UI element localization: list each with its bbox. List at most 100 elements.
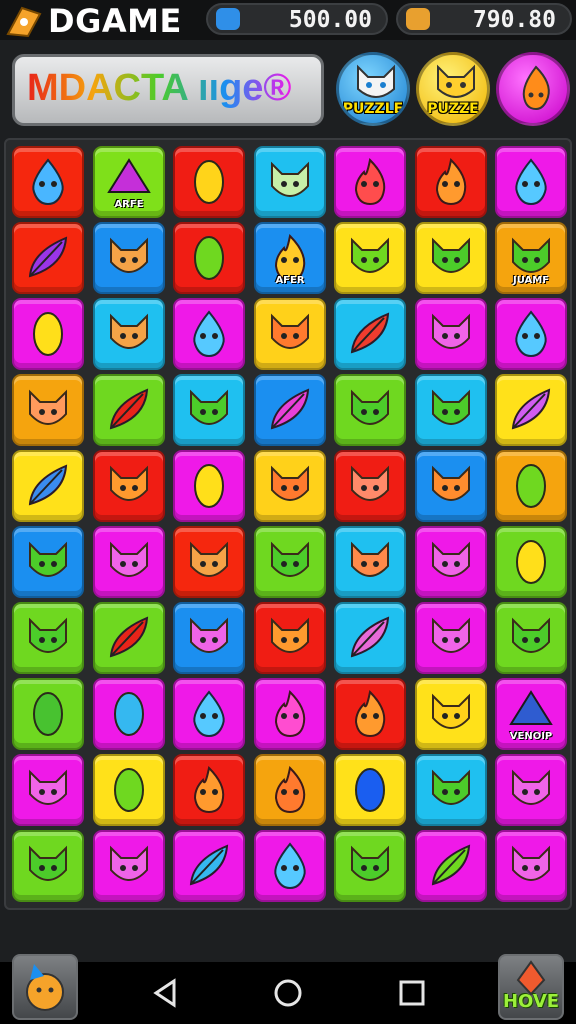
board-tile-r3-c5[interactable]	[334, 298, 406, 370]
board-tile-r9-c5[interactable]	[334, 754, 406, 826]
board-tile-r8-c3[interactable]	[173, 678, 245, 750]
board-tile-r9-c2[interactable]	[93, 754, 165, 826]
board-tile-r9-c6[interactable]	[415, 754, 487, 826]
board-tile-r8-c5[interactable]	[334, 678, 406, 750]
cat-piece-icon	[432, 465, 470, 501]
tile-label: AFER	[275, 275, 305, 286]
board-tile-r5-c4[interactable]	[254, 450, 326, 522]
logo-icon	[6, 6, 42, 38]
board-tile-r2-c5[interactable]	[334, 222, 406, 294]
board-tile-r10-c1[interactable]	[12, 830, 84, 902]
cat-piece-icon	[29, 389, 67, 425]
gem-counter[interactable]: 500.00	[206, 3, 388, 35]
cat-piece-icon	[432, 693, 470, 729]
character-button[interactable]	[12, 954, 78, 1020]
board-tile-r5-c1[interactable]	[12, 450, 84, 522]
board-tile-r1-c5[interactable]	[334, 146, 406, 218]
board-tile-r2-c4[interactable]: AFER	[254, 222, 326, 294]
board-tile-r1-c2[interactable]: ARFE	[93, 146, 165, 218]
board-tile-r4-c6[interactable]	[415, 374, 487, 446]
board-tile-r6-c3[interactable]	[173, 526, 245, 598]
puzzle-mode-button-2[interactable]: PUZZE	[416, 52, 490, 126]
board-tile-r8-c6[interactable]	[415, 678, 487, 750]
move-button[interactable]: HOVE	[498, 954, 564, 1020]
board-tile-r9-c7[interactable]	[495, 754, 567, 826]
leaf-piece-icon	[194, 236, 224, 280]
recents-icon[interactable]	[394, 975, 430, 1011]
white-cat-icon	[357, 64, 395, 98]
board-tile-r8-c2[interactable]	[93, 678, 165, 750]
board-tile-r6-c5[interactable]	[334, 526, 406, 598]
board-tile-r3-c2[interactable]	[93, 298, 165, 370]
board-tile-r10-c3[interactable]	[173, 830, 245, 902]
board-tile-r3-c4[interactable]	[254, 298, 326, 370]
board-tile-r4-c5[interactable]	[334, 374, 406, 446]
board-tile-r1-c6[interactable]	[415, 146, 487, 218]
board-tile-r4-c1[interactable]	[12, 374, 84, 446]
board-tile-r10-c5[interactable]	[334, 830, 406, 902]
board-tile-r2-c7[interactable]: JUAMF	[495, 222, 567, 294]
board-tile-r4-c3[interactable]	[173, 374, 245, 446]
feather-piece-icon	[350, 616, 390, 658]
home-icon[interactable]	[270, 975, 306, 1011]
board-tile-r3-c6[interactable]	[415, 298, 487, 370]
gift-counter[interactable]: 790.80	[396, 3, 572, 35]
back-icon[interactable]	[148, 975, 184, 1011]
board-tile-r9-c3[interactable]	[173, 754, 245, 826]
board-tile-r8-c7[interactable]: VENOIP	[495, 678, 567, 750]
board-tile-r10-c4[interactable]	[254, 830, 326, 902]
gem-counter-value: 500.00	[288, 7, 372, 33]
leaf-piece-icon	[114, 692, 144, 736]
board-tile-r7-c5[interactable]	[334, 602, 406, 674]
board-tile-r3-c1[interactable]	[12, 298, 84, 370]
board-tile-r7-c7[interactable]	[495, 602, 567, 674]
cat-piece-icon	[110, 465, 148, 501]
board-tile-r5-c3[interactable]	[173, 450, 245, 522]
leaf-piece-icon	[194, 160, 224, 204]
feather-piece-icon	[109, 616, 149, 658]
board-tile-r9-c4[interactable]	[254, 754, 326, 826]
feather-piece-icon	[28, 464, 68, 506]
board-tile-r3-c7[interactable]	[495, 298, 567, 370]
board-tile-r7-c2[interactable]	[93, 602, 165, 674]
board-tile-r5-c5[interactable]	[334, 450, 406, 522]
board-tile-r8-c4[interactable]	[254, 678, 326, 750]
board-tile-r7-c4[interactable]	[254, 602, 326, 674]
board-tile-r8-c1[interactable]	[12, 678, 84, 750]
board-tile-r2-c3[interactable]	[173, 222, 245, 294]
board-tile-r6-c7[interactable]	[495, 526, 567, 598]
board-tile-r5-c7[interactable]	[495, 450, 567, 522]
board-tile-r9-c1[interactable]	[12, 754, 84, 826]
cat-piece-icon	[190, 617, 228, 653]
board-tile-r6-c4[interactable]	[254, 526, 326, 598]
leaf-piece-icon	[355, 768, 385, 812]
app-title: DGAME	[48, 2, 182, 40]
board-tile-r10-c6[interactable]	[415, 830, 487, 902]
board-tile-r5-c2[interactable]	[93, 450, 165, 522]
board-tile-r5-c6[interactable]	[415, 450, 487, 522]
board-tile-r3-c3[interactable]	[173, 298, 245, 370]
puzzle-mode-button-1[interactable]: PUZZLE	[336, 52, 410, 126]
board-tile-r1-c7[interactable]	[495, 146, 567, 218]
move-button-label: HOVE	[502, 991, 560, 1012]
board-tile-r10-c7[interactable]	[495, 830, 567, 902]
board-tile-r6-c6[interactable]	[415, 526, 487, 598]
board-tile-r1-c4[interactable]	[254, 146, 326, 218]
board-tile-r4-c2[interactable]	[93, 374, 165, 446]
board-tile-r4-c7[interactable]	[495, 374, 567, 446]
board-tile-r7-c6[interactable]	[415, 602, 487, 674]
feather-piece-icon	[431, 844, 471, 886]
board-tile-r6-c2[interactable]	[93, 526, 165, 598]
board-tile-r4-c4[interactable]	[254, 374, 326, 446]
board-tile-r7-c1[interactable]	[12, 602, 84, 674]
board-tile-r1-c1[interactable]	[12, 146, 84, 218]
puzzle-mode-label-2: PUZZE	[427, 101, 479, 117]
board-tile-r6-c1[interactable]	[12, 526, 84, 598]
flame-mode-button[interactable]	[496, 52, 570, 126]
board-tile-r2-c2[interactable]	[93, 222, 165, 294]
board-tile-r10-c2[interactable]	[93, 830, 165, 902]
board-tile-r2-c1[interactable]	[12, 222, 84, 294]
board-tile-r1-c3[interactable]	[173, 146, 245, 218]
board-tile-r2-c6[interactable]	[415, 222, 487, 294]
board-tile-r7-c3[interactable]	[173, 602, 245, 674]
